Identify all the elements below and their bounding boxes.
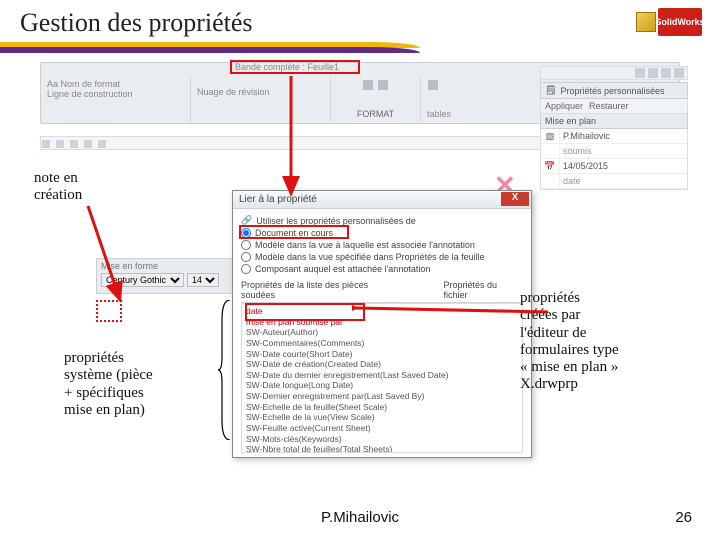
tool-icon[interactable]: [42, 140, 50, 148]
highlight-sheet-tab: Bande complète : Feuille1: [230, 60, 360, 74]
dialog-title: Lier à la propriété: [239, 194, 317, 205]
radio-input[interactable]: [241, 240, 251, 250]
footer-author: P.Mihailovic: [0, 509, 720, 526]
ribbon-group-format: FORMAT: [331, 77, 421, 121]
list-header-file: Propriétés du fichier: [444, 280, 524, 300]
radio-component[interactable]: Composant auquel est attachée l'annotati…: [241, 264, 523, 274]
annotation-created-props: propriétés créées par l'éditeur de formu…: [520, 290, 690, 394]
page-title: Gestion des propriétés: [20, 8, 720, 38]
logo-text: SolidWorks: [658, 8, 702, 36]
field-soumis: ▧ P.Mihailovic: [541, 129, 687, 144]
list-header-weld: Propriétés de la liste des pièces soudée…: [241, 280, 404, 300]
property-list-item[interactable]: SW-Date de création(Created Date): [246, 359, 518, 370]
panel-mini-toolbar: [540, 66, 688, 80]
format-icon[interactable]: [363, 80, 373, 90]
annotation-note-creation: note en création: [34, 170, 154, 205]
radio-input[interactable]: [241, 252, 251, 262]
property-list-item[interactable]: SW-Date du dernier enregistrement(Last S…: [246, 370, 518, 381]
radio-sheet-model[interactable]: Modèle dans la vue spécifiée dans Propri…: [241, 252, 523, 262]
property-list-item[interactable]: SW-Commentaires(Comments): [246, 338, 518, 349]
mini-tool-icon[interactable]: [661, 68, 671, 78]
highlight-custom-props: [245, 303, 365, 321]
ribbon-item[interactable]: Nuage de révision: [197, 87, 324, 97]
size-select[interactable]: 14: [187, 273, 219, 287]
reset-button[interactable]: Restaurer: [589, 101, 629, 111]
property-list-item[interactable]: SW-Date longue(Long Date): [246, 380, 518, 391]
highlight-current-doc: [239, 225, 349, 239]
radio-view-model[interactable]: Modèle dans la vue à laquelle est associ…: [241, 240, 523, 250]
annotation-system-props: propriétés système (pièce + spécifiques …: [64, 350, 214, 419]
secondary-toolbar: [40, 136, 560, 150]
close-button[interactable]: X: [501, 192, 529, 206]
footer-page-number: 26: [675, 509, 692, 526]
field-value[interactable]: P.Mihailovic: [559, 129, 687, 143]
font-select[interactable]: Century Gothic: [101, 273, 184, 287]
ribbon-item[interactable]: Ligne de construction: [47, 89, 184, 99]
curly-brace-icon: [218, 300, 232, 440]
mini-tool-icon[interactable]: [635, 68, 645, 78]
field-icon: ▧: [541, 131, 559, 142]
property-list-item[interactable]: SW-Auteur(Author): [246, 327, 518, 338]
field-soumis-label: soumis: [541, 144, 687, 159]
dialog-titlebar: Lier à la propriété X: [233, 191, 531, 209]
property-list-item[interactable]: SW-Feuille active(Current Sheet): [246, 423, 518, 434]
property-list-item[interactable]: SW-Mots-clés(Keywords): [246, 434, 518, 445]
property-list-item[interactable]: SW-Echelle de la vue(View Scale): [246, 412, 518, 423]
properties-panel: 🗒 Propriétés personnalisées Appliquer Re…: [540, 130, 688, 190]
tables-icon[interactable]: [428, 80, 438, 90]
ribbon-group-tables: tables: [421, 77, 541, 121]
ribbon-group-1: Aa Nom de format Ligne de construction: [41, 77, 191, 121]
mini-tool-icon[interactable]: [648, 68, 658, 78]
property-list-item[interactable]: SW-Nbre total de feuilles(Total Sheets): [246, 444, 518, 453]
field-date: 📅 14/05/2015: [541, 159, 687, 174]
ribbon-group-2: Nuage de révision: [191, 77, 331, 121]
panel-header: 🗒 Propriétés personnalisées: [540, 82, 688, 99]
field-label: date: [559, 174, 687, 188]
tool-icon[interactable]: [70, 140, 78, 148]
field-value[interactable]: 14/05/2015: [559, 159, 687, 173]
tool-icon[interactable]: [98, 140, 106, 148]
decorative-curve: [0, 42, 420, 54]
ribbon-item[interactable]: Aa Nom de format: [47, 79, 184, 89]
panel-title: Propriétés personnalisées: [560, 86, 664, 96]
ribbon-group-label: FORMAT: [331, 109, 420, 119]
properties-icon: 🗒: [545, 85, 556, 96]
tool-icon[interactable]: [84, 140, 92, 148]
property-list-item[interactable]: SW-Echelle de la feuille(Sheet Scale): [246, 402, 518, 413]
solidworks-logo: SolidWorks: [636, 4, 708, 40]
mini-tool-icon[interactable]: [674, 68, 684, 78]
radio-input[interactable]: [241, 264, 251, 274]
highlight-text: Bande complète : Feuille1: [232, 62, 358, 72]
selection-marker: [96, 300, 122, 322]
property-dropdown-list[interactable]: datemise en plan soumise parSW-Auteur(Au…: [241, 303, 523, 453]
format-panel-title: Mise en forme: [101, 261, 251, 271]
logo-cube-icon: [636, 12, 656, 32]
tool-icon[interactable]: [56, 140, 64, 148]
calendar-icon: 📅: [541, 161, 559, 172]
link-property-dialog: Lier à la propriété X 🔗 Utiliser les pro…: [232, 190, 532, 458]
ribbon-group-label: tables: [427, 109, 451, 119]
panel-tab[interactable]: Mise en plan: [540, 114, 688, 129]
format-icon[interactable]: [378, 80, 388, 90]
field-label: soumis: [559, 144, 687, 158]
property-list-item[interactable]: SW-Date courte(Short Date): [246, 349, 518, 360]
property-list-item[interactable]: SW-Dernier enregistrement par(Last Saved…: [246, 391, 518, 402]
apply-button[interactable]: Appliquer: [545, 101, 583, 111]
field-date-label: date: [541, 174, 687, 189]
